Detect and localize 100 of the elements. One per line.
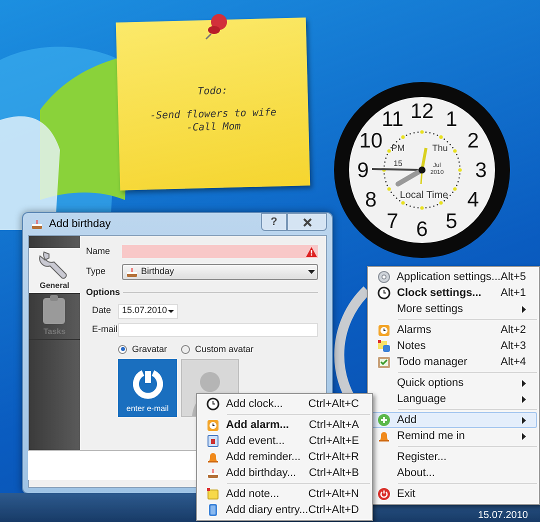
menu-item-label: Remind me in: [397, 428, 466, 444]
clock-numeral: 5: [446, 210, 458, 234]
menu-item[interactable]: Add diary entry...Ctrl+Alt+D: [199, 502, 370, 518]
menu-item[interactable]: Add: [370, 412, 537, 428]
menu-item[interactable]: Add clock... Ctrl+Alt+C: [199, 396, 370, 412]
avatar-radio[interactable]: Custom avatar: [181, 342, 254, 356]
plus-icon: [377, 413, 391, 427]
menu-item[interactable]: Todo manager Alt+4: [370, 354, 537, 370]
menu-item[interactable]: Exit: [370, 486, 537, 502]
menu-item-label: Add birthday...: [226, 466, 298, 481]
type-dropdown[interactable]: Birthday: [122, 264, 318, 280]
menu-item-label: Add alarm...: [226, 418, 290, 433]
window-title: Add birthday: [49, 216, 112, 232]
section-heading: Options: [86, 286, 120, 299]
shortcut-label: Ctrl+Alt+C: [308, 396, 360, 412]
checklist-icon: [377, 355, 391, 369]
clock-day: 15: [394, 159, 402, 168]
menu-item[interactable]: Quick options: [370, 375, 537, 391]
menu-item-label: Register...: [397, 450, 448, 465]
menu-item[interactable]: More settings: [370, 301, 537, 317]
clock-numeral: 7: [386, 210, 398, 234]
clock-numeral: 6: [416, 218, 428, 241]
alarm-clock-icon: [377, 323, 391, 337]
gravatar-caption: enter e-mail: [126, 403, 169, 415]
name-field[interactable]: [122, 245, 318, 258]
menu-item[interactable]: About...: [370, 465, 537, 481]
menu-item[interactable]: Add alarm... Ctrl+Alt+A: [199, 417, 370, 433]
menu-item[interactable]: Notes Alt+3: [370, 338, 537, 354]
shortcut-label: Alt+5: [500, 270, 527, 285]
menu-item-label: Exit: [397, 486, 416, 502]
field-label: Date: [92, 304, 112, 318]
dropdown-arrow-icon: [308, 270, 315, 274]
shortcut-label: Alt+3: [500, 338, 527, 354]
menu-item[interactable]: Alarms Alt+2: [370, 322, 537, 338]
menu-item[interactable]: Application settings...Alt+5: [370, 269, 537, 285]
menu-item[interactable]: Add event... Ctrl+Alt+E: [199, 433, 370, 449]
cake-icon: [206, 466, 220, 480]
clock-caption: Local Time: [400, 190, 448, 201]
menu-item-label: Notes: [397, 338, 427, 354]
clock-numeral: 10: [359, 130, 383, 152]
menu-item[interactable]: Language: [370, 391, 537, 407]
gear-icon: [376, 270, 391, 284]
clock-numeral: 8: [365, 188, 377, 212]
shortcut-label: Alt+2: [500, 322, 527, 338]
clock-numeral: 12: [410, 100, 434, 123]
help-button[interactable]: ?: [261, 213, 287, 231]
note-text-line: Todo:: [197, 84, 228, 98]
field-label: Name: [86, 244, 112, 258]
clock-numeral: 3: [475, 159, 487, 182]
cake-icon: [125, 265, 139, 279]
email-field[interactable]: [118, 322, 318, 336]
note-text-line: -Call Mom: [186, 120, 241, 134]
shortcut-label: Ctrl+Alt+N: [308, 486, 360, 502]
clock-numeral: 9: [357, 159, 369, 182]
date-field[interactable]: 15.07.2010: [118, 304, 178, 318]
menu-item[interactable]: Clock settings... Alt+1: [370, 285, 537, 301]
shortcut-label: Ctrl+Alt+R: [308, 450, 360, 465]
clock-icon: [206, 397, 220, 411]
menu-item-label: Add clock...: [226, 396, 284, 412]
warning-icon: [306, 246, 317, 256]
menu-item-label: Language: [397, 392, 447, 407]
menu-item[interactable]: Add note... Ctrl+Alt+N: [199, 486, 370, 502]
clock-numeral: 1: [446, 108, 458, 131]
bell-icon: [206, 450, 220, 464]
menu-item-label: Add diary entry...: [226, 502, 308, 518]
shortcut-label: Ctrl+Alt+B: [308, 466, 360, 481]
menu-item-label: Alarms: [397, 322, 432, 338]
cake-icon: [30, 217, 44, 231]
clock-weekday: Thu: [432, 143, 448, 153]
menu-item-label: Add event...: [226, 434, 286, 449]
alarm-clock-icon: [206, 418, 220, 432]
calendar-icon: [206, 434, 220, 448]
note-icon: [206, 487, 220, 501]
shortcut-label: Ctrl+Alt+D: [308, 502, 360, 518]
gravatar-tile[interactable]: enter e-mail: [118, 359, 177, 417]
clock-numeral: 4: [467, 188, 479, 212]
clock-icon: [377, 286, 391, 300]
sidebar-tab[interactable]: General: [29, 248, 80, 294]
note-text-line: -Send flowers to wife: [150, 106, 277, 122]
shortcut-label: Alt+1: [500, 286, 527, 301]
clock-numeral: 2: [467, 130, 479, 152]
close-button[interactable]: [287, 213, 327, 231]
shortcut-label: Ctrl+Alt+E: [308, 434, 360, 449]
menu-item[interactable]: Add birthday... Ctrl+Alt+B: [199, 465, 370, 481]
menu-item[interactable]: Register...: [370, 449, 537, 465]
pushpin-icon: [203, 12, 229, 40]
menu-item-label: Add: [397, 412, 418, 428]
menu-item-label: Add note...: [226, 486, 280, 502]
menu-item[interactable]: Remind me in: [370, 428, 537, 444]
power-icon: [377, 487, 391, 501]
menu-item-label: Clock settings...: [397, 286, 482, 301]
menu-item-label: Add reminder...: [226, 450, 302, 465]
dropdown-arrow-icon: [168, 310, 174, 312]
field-label: E-mail: [92, 322, 118, 336]
avatar-radio[interactable]: Gravatar: [118, 342, 168, 356]
shortcut-label: Alt+4: [500, 354, 527, 370]
shortcut-label: Ctrl+Alt+A: [308, 418, 360, 433]
menu-item[interactable]: Add reminder... Ctrl+Alt+R: [199, 449, 370, 465]
clock-ampm: PM: [391, 143, 405, 153]
taskbar-date: 15.07.2010: [478, 510, 528, 521]
